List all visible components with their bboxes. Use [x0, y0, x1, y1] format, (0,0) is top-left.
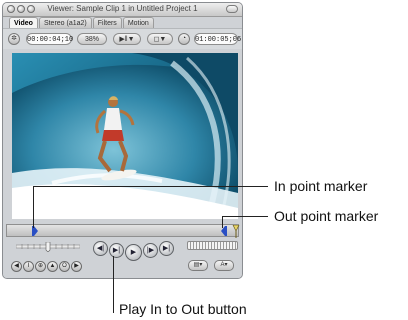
overlay-popup[interactable]: ◻▼	[147, 33, 173, 45]
recent-clips-popup[interactable]: ▤▾	[188, 260, 208, 271]
play-in-to-out-button[interactable]: ▶|	[109, 243, 124, 258]
shuttle-icon[interactable]: ✲	[8, 33, 20, 45]
jog-control[interactable]	[187, 241, 238, 250]
surfer-image	[12, 53, 238, 219]
viewer-window: Viewer: Sample Clip 1 in Untitled Projec…	[2, 2, 243, 279]
zoom-popup[interactable]: 38%	[77, 33, 107, 45]
in-point-callout: In point marker	[274, 178, 368, 194]
out-point-leader-horizontal	[222, 216, 268, 217]
previous-edit-button[interactable]: ◀|	[93, 241, 108, 256]
marker-nav-button[interactable]: ▶	[71, 261, 82, 272]
generator-popup[interactable]: A▾	[214, 260, 234, 271]
playhead-sync-icon[interactable]: ◔	[178, 33, 190, 45]
in-point-marker[interactable]	[34, 226, 38, 236]
match-frame-button[interactable]: ◀	[11, 261, 22, 272]
mark-clip-button[interactable]: ⊕	[35, 261, 46, 272]
mark-in-button[interactable]: I	[23, 261, 34, 272]
next-edit-button[interactable]: ▶|	[159, 241, 174, 256]
transport-controls: ◀| ▶| ▶ |▶ ▶| ◀ I ⊕ ▲ O ▶ ▤▾ A▾	[3, 239, 242, 278]
title-bar[interactable]: Viewer: Sample Clip 1 in Untitled Projec…	[3, 3, 242, 17]
in-point-leader-vertical	[33, 186, 34, 228]
view-popup[interactable]: ▶‖▼	[113, 33, 141, 45]
in-point-leader-horizontal	[33, 186, 268, 187]
viewer-tabs: Video Stereo (a1a2) Filters Motion	[9, 17, 155, 29]
play-button[interactable]: ▶	[125, 244, 142, 261]
play-in-out-leader	[113, 256, 114, 313]
shuttle-control[interactable]	[16, 242, 80, 252]
shuttle-slider-thumb[interactable]	[45, 242, 51, 252]
out-point-callout: Out point marker	[274, 208, 379, 224]
mark-out-button[interactable]: O	[59, 261, 70, 272]
scrubber-bar[interactable]	[6, 224, 240, 238]
playhead[interactable]	[232, 224, 240, 232]
add-marker-button[interactable]: ▲	[47, 261, 58, 272]
duration-timecode-field[interactable]: 01:00:05;06	[194, 33, 241, 45]
video-frame[interactable]	[12, 53, 238, 219]
play-in-out-callout: Play In to Out button	[119, 301, 247, 317]
window-title: Viewer: Sample Clip 1 in Untitled Projec…	[47, 4, 198, 13]
out-point-leader-vertical	[222, 216, 223, 228]
toolbar-toggle-button[interactable]	[226, 5, 238, 13]
play-around-current-button[interactable]: |▶	[143, 243, 158, 258]
current-timecode-field[interactable]: 00:00:04;10	[26, 33, 73, 45]
viewer-toolbar: ✲ 00:00:04;10 38% ▶‖▼ ◻▼ ◔ 01:00:05;06	[3, 28, 242, 49]
